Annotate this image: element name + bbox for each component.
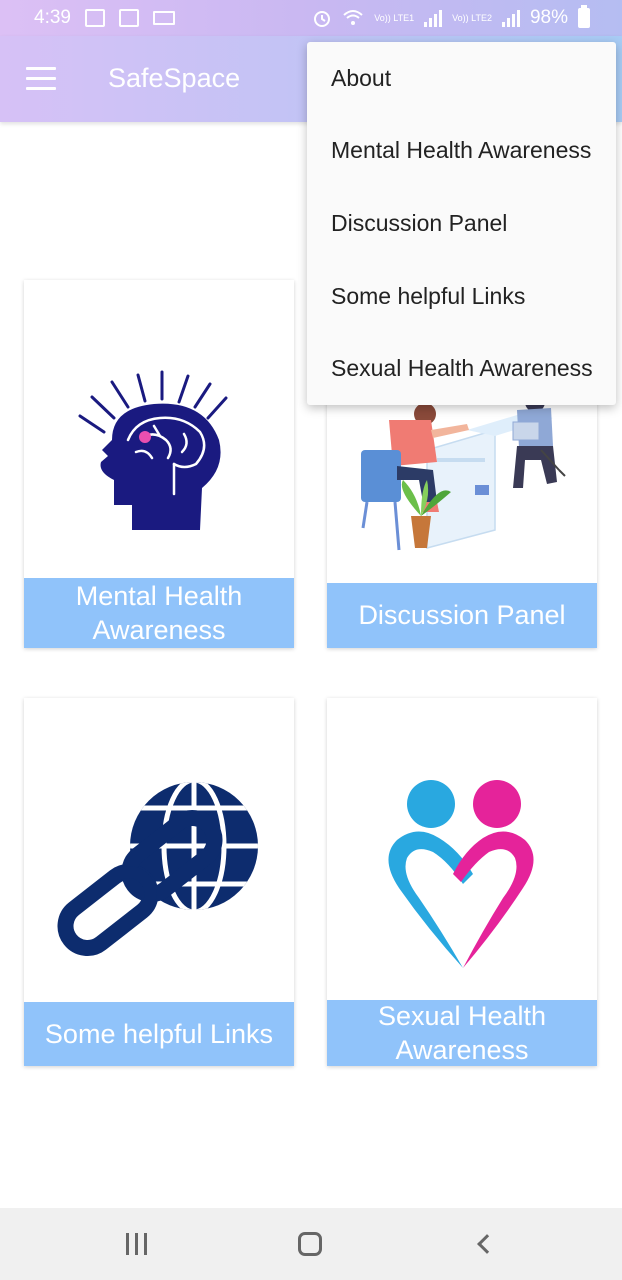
card-sexual-health-label-line1: Sexual Health: [377, 1001, 547, 1031]
volte1-indicator: Vo)) LTE1: [374, 13, 415, 23]
wifi-icon: [343, 10, 363, 25]
app-title: SafeSpace: [108, 63, 241, 93]
card-discussion-panel-label: Discussion Panel: [358, 600, 566, 630]
menu-item-helpful-links[interactable]: Some helpful Links: [307, 260, 616, 333]
volte2-indicator: Vo)) LTE2: [452, 13, 492, 23]
status-time: 4:39: [34, 7, 71, 28]
overflow-dropdown-menu: About Mental Health Awareness Discussion…: [307, 42, 616, 405]
battery-percent: 98%: [529, 7, 568, 28]
card-sexual-health-label-line2: Awareness: [395, 1035, 529, 1065]
card-helpful-links-label: Some helpful Links: [44, 1018, 274, 1049]
card-mental-health-label-line2: Awareness: [92, 615, 226, 645]
card-sexual-health[interactable]: Sexual Health Awareness: [327, 698, 597, 1066]
globe-link-icon: [57, 782, 258, 957]
signal-icon: [501, 9, 520, 27]
menu-item-discussion-panel-label: Discussion Panel: [331, 209, 508, 236]
battery-icon: [578, 5, 590, 28]
recents-icon[interactable]: [96, 1208, 176, 1280]
menu-item-about[interactable]: About: [307, 42, 616, 115]
menu-item-helpful-links-label: Some helpful Links: [331, 282, 526, 309]
image-icon: [84, 9, 105, 27]
status-bar: 4:39 Vo)) LTE1 Vo)) LTE2 98%: [0, 0, 622, 36]
signal-icon: [424, 9, 443, 27]
home-icon[interactable]: [270, 1208, 350, 1280]
hamburger-menu-icon[interactable]: [26, 67, 58, 91]
menu-item-about-label: About: [331, 64, 392, 91]
system-nav-bar: [0, 1208, 622, 1280]
menu-item-sexual-health-label: Sexual Health Awareness: [331, 355, 593, 382]
menu-item-sexual-health[interactable]: Sexual Health Awareness: [307, 332, 616, 405]
card-mental-health-label-line1: Mental Health: [75, 581, 243, 611]
brain-head-icon: [78, 370, 228, 530]
menu-item-discussion-panel[interactable]: Discussion Panel: [307, 187, 616, 260]
menu-item-mental-health[interactable]: Mental Health Awareness: [307, 115, 616, 188]
card-mental-health[interactable]: Mental Health Awareness: [24, 280, 294, 648]
menu-item-mental-health-label: Mental Health Awareness: [331, 137, 592, 164]
card-helpful-links[interactable]: Some helpful Links: [24, 698, 294, 1066]
alarm-icon: [314, 11, 331, 27]
heart-couple-icon: [388, 780, 534, 968]
sim-icon: [118, 9, 139, 27]
back-icon[interactable]: [444, 1208, 524, 1280]
laptop-icon: [152, 11, 175, 25]
